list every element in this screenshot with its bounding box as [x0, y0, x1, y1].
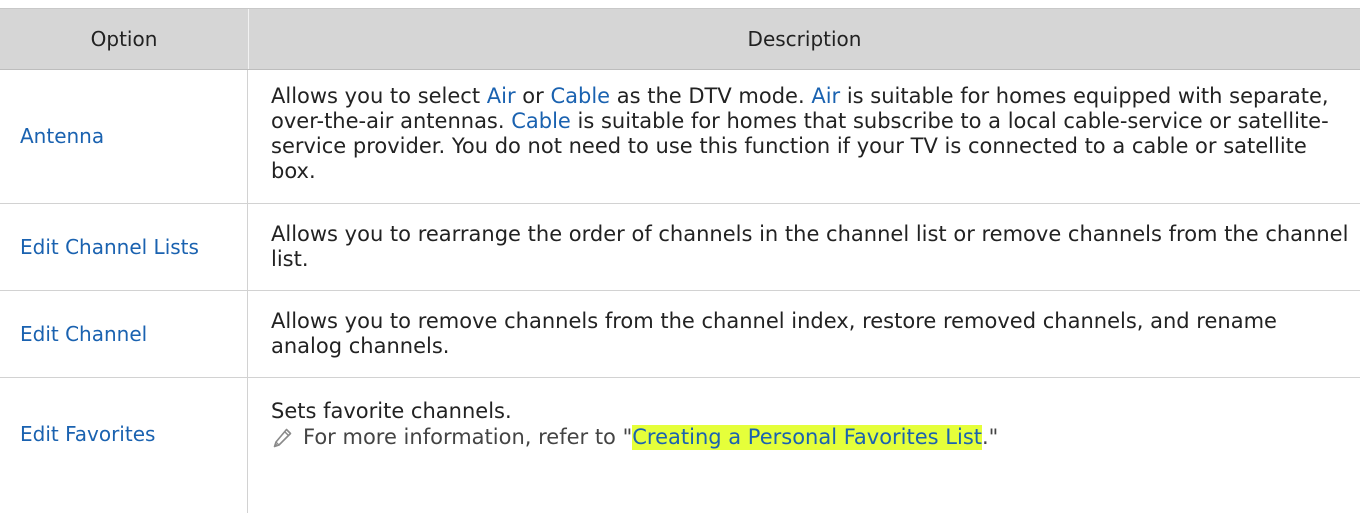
- description-edit-favorites: Sets favorite channels. For more informa…: [248, 378, 1360, 513]
- table-row: Antenna Allows you to select Air or Cabl…: [0, 70, 1360, 204]
- note-prefix: For more information, refer to ": [303, 425, 633, 449]
- header-option: Option: [0, 9, 249, 69]
- table-row: Edit Favorites Sets favorite channels. F…: [0, 378, 1360, 513]
- options-table: Option Description Antenna Allows you to…: [0, 8, 1360, 513]
- note: For more information, refer to " Creating…: [271, 425, 1350, 450]
- desc-text: Allows you to select: [271, 84, 487, 108]
- desc-text: or: [515, 84, 551, 108]
- keyword-air[interactable]: Air: [811, 84, 840, 108]
- description-edit-channel-lists: Allows you to rearrange the order of cha…: [271, 222, 1349, 271]
- keyword-cable[interactable]: Cable: [511, 109, 571, 133]
- note-link-creating-favorites-list[interactable]: Creating a Personal Favorites List: [632, 425, 982, 450]
- table-row: Edit Channel Lists Allows you to rearran…: [0, 204, 1360, 291]
- desc-text: Sets favorite channels.: [271, 399, 512, 423]
- description-edit-channel: Allows you to remove channels from the c…: [271, 309, 1277, 358]
- table-row: Edit Channel Allows you to remove channe…: [0, 291, 1360, 378]
- option-antenna[interactable]: Antenna: [0, 70, 248, 203]
- option-edit-channel[interactable]: Edit Channel: [0, 291, 248, 377]
- keyword-air[interactable]: Air: [487, 84, 516, 108]
- keyword-cable[interactable]: Cable: [550, 84, 610, 108]
- option-edit-channel-lists[interactable]: Edit Channel Lists: [0, 204, 248, 290]
- description-antenna: Allows you to select Air or Cable as the…: [248, 70, 1360, 203]
- table-header: Option Description: [0, 9, 1360, 70]
- option-edit-favorites[interactable]: Edit Favorites: [0, 378, 248, 513]
- note-suffix: .": [982, 425, 999, 449]
- pencil-icon: [271, 426, 295, 450]
- desc-text: as the DTV mode.: [610, 84, 812, 108]
- header-description: Description: [747, 27, 862, 51]
